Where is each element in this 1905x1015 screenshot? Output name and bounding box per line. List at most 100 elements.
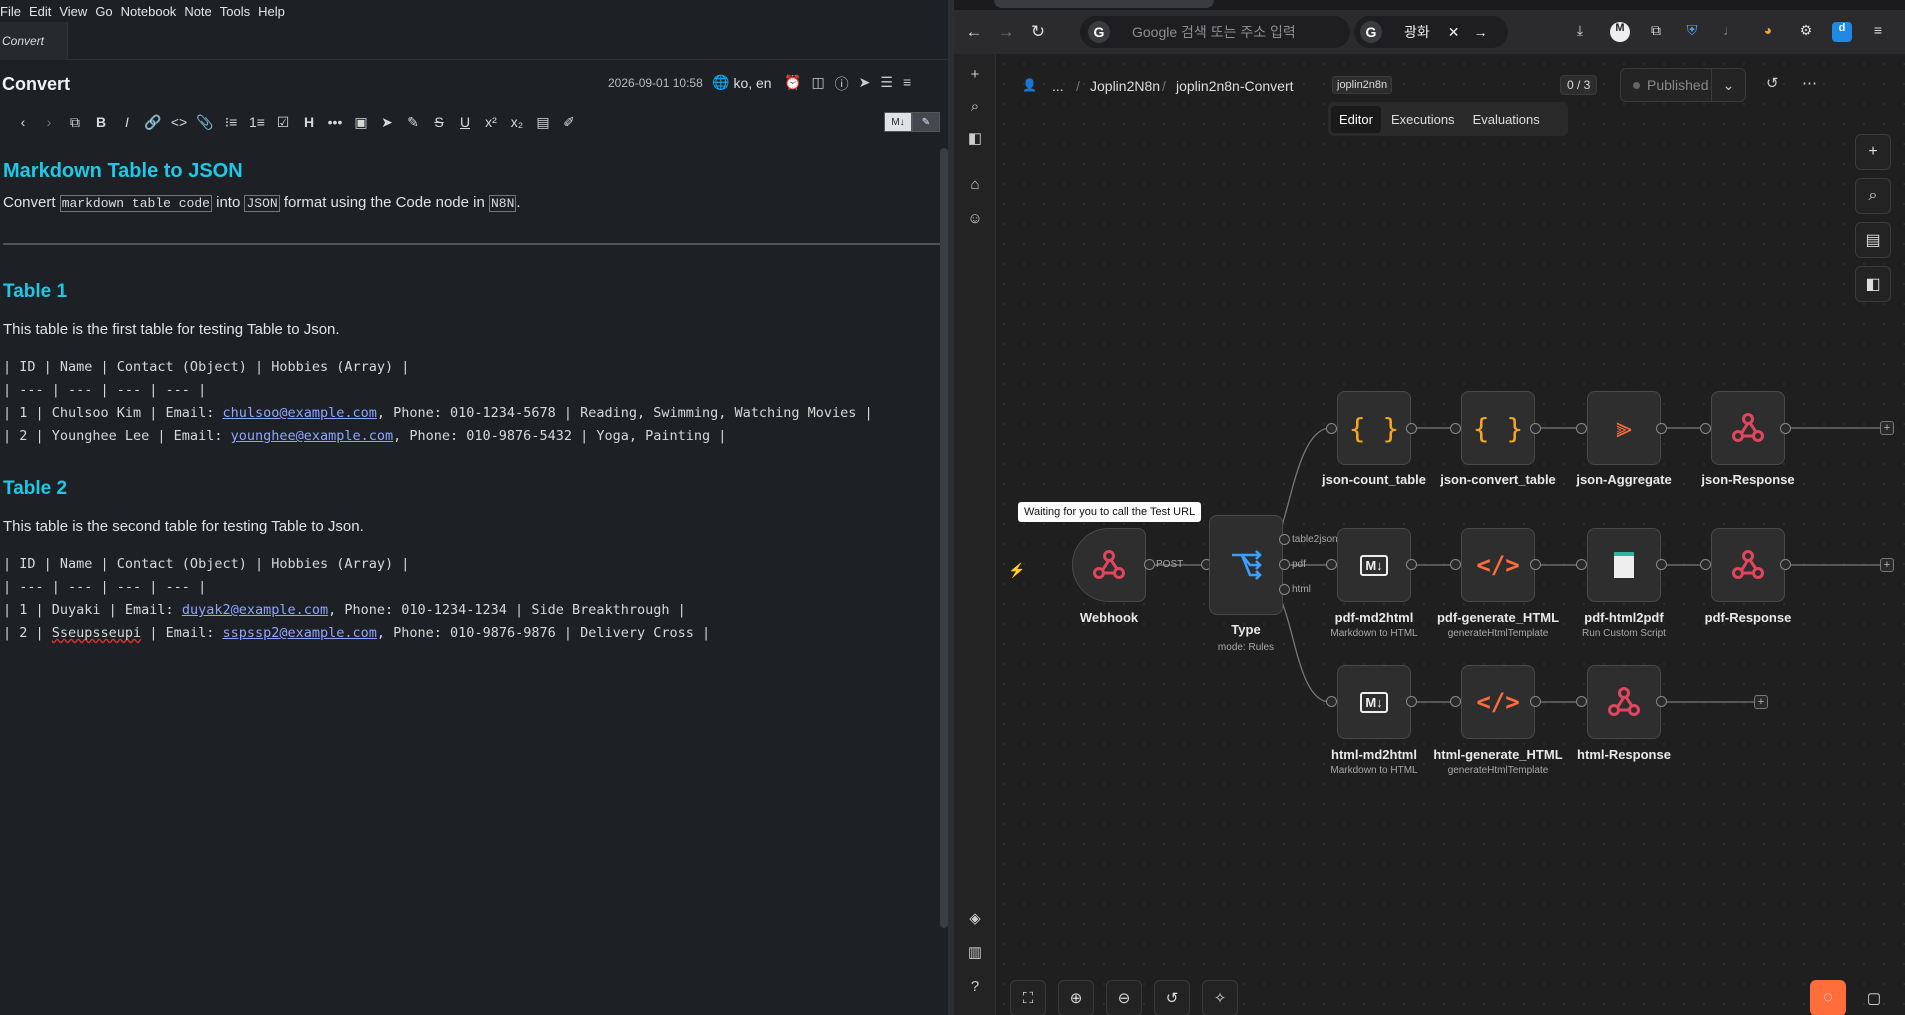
input-handle[interactable] [1700,559,1711,570]
output-handle[interactable] [1656,559,1667,570]
list-icon[interactable]: ☰ [880,74,893,94]
menu-view[interactable]: View [59,4,93,19]
tab-editor[interactable]: Editor [1331,105,1381,133]
send-icon[interactable]: ➤ [374,110,400,134]
m-extension-icon[interactable]: M [1610,22,1630,42]
help-icon[interactable]: ? [964,976,986,998]
input-handle[interactable] [1576,559,1587,570]
user-icon[interactable]: ☺ [964,208,986,230]
editor-mode-toggle[interactable]: M↓ ✎ [884,112,940,132]
download-icon[interactable]: ⤓ [1570,22,1590,42]
heading-icon[interactable]: H [296,110,322,134]
menu-go[interactable]: Go [95,4,118,19]
menu-icon[interactable]: ≡ [903,74,911,94]
node-webhook[interactable] [1072,528,1146,602]
output-handle-html[interactable] [1279,584,1290,595]
forward-icon[interactable]: › [36,110,62,134]
node-html-md2html[interactable]: M↓ [1337,665,1411,739]
insights-chart-icon[interactable]: ▥ [964,942,986,964]
more-icon[interactable]: ••• [322,110,348,134]
email-link[interactable]: duyak2@example.com [182,602,328,618]
zoom-out-icon[interactable]: ⊖ [1106,980,1142,1015]
pen-icon[interactable]: ✐ [556,110,582,134]
address-bar[interactable]: G Google 검색 또는 주소 입력 [1080,16,1350,48]
input-handle[interactable] [1326,696,1337,707]
insert-date-icon[interactable]: ▣ [348,110,374,134]
menu-help[interactable]: Help [258,4,291,19]
markdown-mode-icon[interactable]: M↓ [884,112,912,132]
back-icon[interactable]: ‹ [10,110,36,134]
output-handle[interactable] [1406,423,1417,434]
input-handle[interactable] [1450,696,1461,707]
layout-toggle-icon[interactable]: ◫ [811,74,824,94]
input-handle[interactable] [1450,423,1461,434]
panel-icon[interactable]: ◧ [1855,266,1891,302]
output-handle-pdf[interactable] [1279,559,1290,570]
forward-arrow-icon[interactable]: → [994,22,1018,44]
bullet-list-icon[interactable]: ⁝≡ [218,110,244,134]
output-handle[interactable] [1144,559,1155,570]
email-link[interactable]: sspssp2@example.com [222,625,376,641]
add-icon[interactable]: + [964,64,986,86]
back-arrow-icon[interactable]: ← [962,22,986,44]
input-handle[interactable] [1326,559,1337,570]
stop-square-icon[interactable]: ▢ [1856,980,1892,1015]
node-json-convert-table[interactable]: { } [1461,391,1535,465]
output-handle[interactable] [1530,423,1541,434]
info-icon[interactable]: ⓘ [835,74,849,94]
numbered-list-icon[interactable]: 1≡ [244,110,270,134]
input-handle[interactable] [1450,559,1461,570]
fit-view-icon[interactable]: ⛶ [1010,980,1046,1015]
highlight-icon[interactable]: ✎ [400,110,426,134]
workflow-tag[interactable]: joplin2n8n [1332,76,1393,94]
breadcrumb-ellipsis[interactable]: ... [1052,78,1064,94]
node-pdf-response[interactable] [1711,528,1785,602]
breadcrumb-project[interactable]: Joplin2N8n [1090,78,1160,94]
output-handle[interactable] [1406,559,1417,570]
tab-executions[interactable]: Executions [1383,106,1463,133]
link-icon[interactable]: 🔗 [140,110,166,134]
output-handle[interactable] [1780,559,1791,570]
node-json-aggregate[interactable]: ⫸ [1587,391,1661,465]
workflow-name[interactable]: joplin2n8n-Convert [1176,78,1294,94]
checkbox-list-icon[interactable]: ☑ [270,110,296,134]
input-handle[interactable] [1700,423,1711,434]
add-node-plus-icon[interactable]: + [1880,421,1894,435]
history-icon[interactable]: ↺ [1766,74,1779,92]
go-arrow-icon[interactable]: → [1474,24,1488,40]
output-handle[interactable] [1656,696,1667,707]
node-json-count-table[interactable]: { } [1337,391,1411,465]
alarm-icon[interactable]: ⏰ [784,74,801,94]
tab-evaluations[interactable]: Evaluations [1465,106,1548,133]
add-node-plus-icon[interactable]: + [1754,695,1768,709]
node-type-switch[interactable] [1209,515,1283,615]
menu-file[interactable]: File [0,4,27,19]
code-icon[interactable]: <> [166,110,192,134]
more-options-icon[interactable]: ⋯ [1802,74,1817,92]
search-icon[interactable]: ⌕ [1855,178,1891,214]
input-handle[interactable] [1576,423,1587,434]
node-json-response[interactable] [1711,391,1785,465]
search-icon[interactable]: ⌕ [964,96,986,118]
input-handle[interactable] [1576,696,1587,707]
output-handle-table2json[interactable] [1279,534,1290,545]
note-editor[interactable]: Markdown Table to JSON Convert markdown … [0,136,940,1015]
attach-icon[interactable]: 📎 [192,110,218,134]
subscript-icon[interactable]: x₂ [504,110,530,134]
output-handle[interactable] [1406,696,1417,707]
output-handle[interactable] [1530,696,1541,707]
chevron-down-icon[interactable]: ⌄ [1711,69,1745,101]
add-node-plus-icon[interactable]: + [1880,558,1894,572]
loading-spinner-icon[interactable]: ◌ [1810,980,1846,1015]
menu-note[interactable]: Note [184,4,217,19]
menu-notebook[interactable]: Notebook [121,4,183,19]
editor-scrollbar[interactable] [940,148,948,928]
external-edit-icon[interactable]: ⧉ [62,110,88,134]
avatar-extension-icon[interactable]: ◕ [1758,22,1778,42]
user-icon[interactable]: 👤 [1022,78,1037,92]
superscript-icon[interactable]: x² [478,110,504,134]
gear-extension-icon[interactable]: ⚙ [1796,22,1816,42]
strikethrough-icon[interactable]: S [426,110,452,134]
output-handle[interactable] [1530,559,1541,570]
bold-icon[interactable]: B [88,110,114,134]
